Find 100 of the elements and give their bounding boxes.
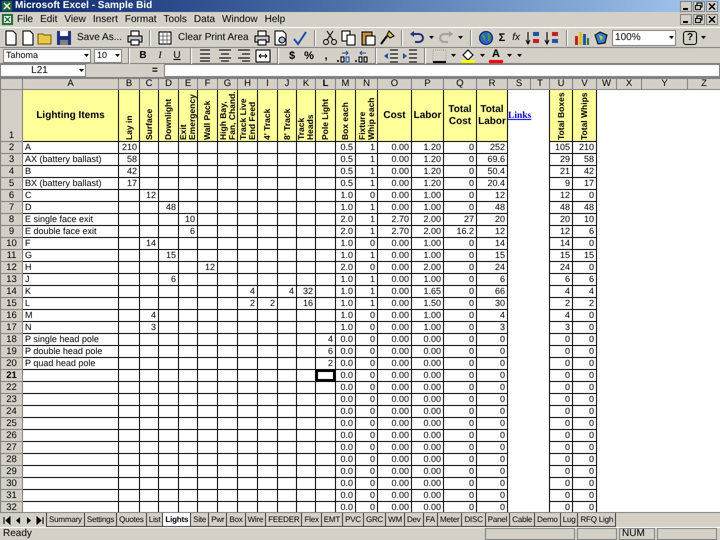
fill-color-icon[interactable] xyxy=(460,48,476,63)
column-header[interactable]: Y xyxy=(642,78,688,90)
caret-icon[interactable] xyxy=(668,34,676,41)
row-header[interactable]: 16 xyxy=(0,310,22,322)
column-header[interactable]: V xyxy=(572,78,596,90)
help-button[interactable]: ? xyxy=(683,30,698,44)
copy-icon[interactable] xyxy=(340,30,357,46)
row-header[interactable]: 27 xyxy=(0,442,22,454)
brush-icon[interactable] xyxy=(378,30,395,46)
row-header[interactable]: 14 xyxy=(0,286,22,298)
row-header[interactable]: 22 xyxy=(0,382,22,394)
caret-icon[interactable] xyxy=(83,52,90,59)
menu-item[interactable]: View xyxy=(61,12,89,26)
menu-item[interactable]: Edit xyxy=(37,12,60,26)
text-style-button[interactable]: U xyxy=(170,48,184,62)
row-header[interactable]: 32 xyxy=(0,502,22,512)
print-area-icon[interactable] xyxy=(157,30,174,46)
formula-field[interactable] xyxy=(164,64,720,77)
autosum-button[interactable]: Σ xyxy=(496,30,508,46)
column-header[interactable]: I xyxy=(258,78,278,90)
row-header[interactable]: 5 xyxy=(0,178,22,190)
column-header[interactable]: H xyxy=(238,78,258,90)
caret-icon[interactable] xyxy=(428,34,435,41)
borders-icon[interactable] xyxy=(432,48,447,62)
align-right-icon[interactable] xyxy=(236,48,252,63)
row-header[interactable]: 13 xyxy=(0,274,22,286)
sheet-tab[interactable]: Wire xyxy=(244,513,266,527)
row-header[interactable]: 9 xyxy=(0,226,22,238)
sheet-tab[interactable]: RFQ Ligh xyxy=(577,513,616,527)
menu-item[interactable]: Data xyxy=(190,12,218,26)
column-header[interactable]: E xyxy=(178,78,198,90)
printer-icon[interactable] xyxy=(254,30,270,46)
column-header[interactable]: M xyxy=(336,78,356,90)
column-header[interactable]: Z xyxy=(688,78,720,90)
new-document-icon[interactable] xyxy=(3,30,17,46)
row-header[interactable]: 11 xyxy=(0,250,22,262)
text-style-button[interactable]: I xyxy=(153,48,167,62)
menu-item[interactable]: Insert xyxy=(90,12,121,26)
row-header[interactable]: 21 xyxy=(0,370,22,382)
sheet-tab[interactable]: PVC xyxy=(342,513,364,527)
column-header[interactable]: L xyxy=(316,78,336,90)
restore-icon[interactable] xyxy=(693,0,705,12)
save-as-button[interactable]: Save As... xyxy=(75,30,124,46)
links-link[interactable]: Links xyxy=(508,110,532,121)
restore-icon[interactable] xyxy=(693,14,705,25)
row-header[interactable]: 4 xyxy=(0,166,22,178)
number-format-button[interactable]: , xyxy=(319,48,333,62)
row-header[interactable]: 8 xyxy=(0,214,22,226)
row-header[interactable]: 26 xyxy=(0,430,22,442)
caret-icon[interactable] xyxy=(78,67,85,74)
menu-item[interactable]: Tools xyxy=(160,12,190,26)
column-header[interactable]: F xyxy=(198,78,218,90)
column-header[interactable]: A xyxy=(22,78,118,90)
row-header[interactable]: 30 xyxy=(0,478,22,490)
print-preview-icon[interactable] xyxy=(272,30,289,46)
row-header[interactable]: 25 xyxy=(0,418,22,430)
last-sheet-icon[interactable] xyxy=(35,514,45,526)
map-icon[interactable] xyxy=(593,30,610,46)
sheet-tab[interactable]: GRC xyxy=(362,513,386,527)
row-header[interactable]: 1 xyxy=(0,90,22,142)
caret-icon[interactable] xyxy=(450,52,457,59)
column-header[interactable]: K xyxy=(296,78,316,90)
function-button[interactable]: fx xyxy=(510,30,522,46)
row-header[interactable]: 17 xyxy=(0,322,22,334)
sheet-tab[interactable]: Settings xyxy=(84,513,118,527)
column-header[interactable]: P xyxy=(412,78,444,90)
sheet-tab[interactable]: Flex xyxy=(301,513,322,527)
column-header[interactable]: U xyxy=(550,78,572,90)
text-style-button[interactable]: B xyxy=(136,48,150,62)
sheet-tab[interactable]: Site xyxy=(190,513,210,527)
minimize-icon[interactable] xyxy=(680,0,692,12)
column-header[interactable]: T xyxy=(530,78,550,90)
column-header[interactable]: Q xyxy=(444,78,476,90)
column-header[interactable]: O xyxy=(378,78,412,90)
clear-print-area-button[interactable]: Clear Print Area xyxy=(176,30,251,46)
column-header[interactable]: S xyxy=(508,78,530,90)
menu-item[interactable]: Format xyxy=(122,12,160,26)
font-size-field[interactable]: 10 xyxy=(94,48,122,62)
increase-decimal-icon[interactable] xyxy=(336,48,351,62)
increase-indent-icon[interactable] xyxy=(402,48,418,63)
decrease-indent-icon[interactable] xyxy=(383,48,399,63)
sheet-tab[interactable]: Cable xyxy=(509,513,536,527)
caret-icon[interactable] xyxy=(456,34,464,41)
row-header[interactable]: 2 xyxy=(0,142,22,154)
row-header[interactable]: 12 xyxy=(0,262,22,274)
save-icon[interactable] xyxy=(56,30,72,46)
caret-icon[interactable] xyxy=(479,52,486,59)
row-header[interactable]: 15 xyxy=(0,298,22,310)
sheet-tab[interactable]: DISC xyxy=(461,513,486,527)
row-header[interactable]: 18 xyxy=(0,334,22,346)
close-icon[interactable] xyxy=(706,0,718,12)
number-format-button[interactable]: $ xyxy=(285,48,299,62)
column-header[interactable]: W xyxy=(596,78,616,90)
row-header[interactable]: 23 xyxy=(0,394,22,406)
number-format-button[interactable]: % xyxy=(302,48,316,62)
sheet-tab[interactable]: Panel xyxy=(484,513,510,527)
row-header[interactable]: 3 xyxy=(0,154,22,166)
column-header[interactable]: D xyxy=(158,78,178,90)
column-header[interactable]: X xyxy=(616,78,642,90)
row-header[interactable]: 7 xyxy=(0,202,22,214)
